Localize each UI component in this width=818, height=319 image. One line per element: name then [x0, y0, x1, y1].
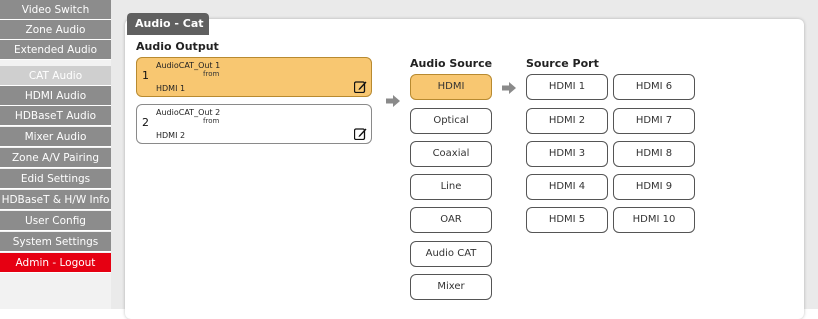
audio-output-label: Audio Output [136, 40, 219, 53]
source-button-audio-cat[interactable]: Audio CAT [410, 241, 492, 267]
sidebar-item-mixer-audio[interactable]: Mixer Audio [0, 127, 111, 147]
port-button-hdmi-10[interactable]: HDMI 10 [613, 207, 695, 233]
output-from-label: from [203, 70, 220, 78]
sidebar-item-video-switch[interactable]: Video Switch [0, 0, 111, 20]
port-button-hdmi-9[interactable]: HDMI 9 [613, 174, 695, 200]
sidebar-item-extended-audio[interactable]: Extended Audio [0, 40, 111, 60]
sidebar: Video Switch Zone Audio Extended Audio C… [0, 0, 111, 309]
sidebar-item-cat-audio[interactable]: CAT Audio [0, 66, 111, 86]
port-button-hdmi-3[interactable]: HDMI 3 [526, 141, 608, 167]
audio-source-label: Audio Source [410, 57, 493, 70]
arrow-right-icon [502, 82, 516, 94]
sidebar-item-zone-av-pairing[interactable]: Zone A/V Pairing [0, 148, 111, 168]
port-button-hdmi-1[interactable]: HDMI 1 [526, 74, 608, 100]
output-number: 1 [142, 69, 149, 82]
output-from-label: from [203, 117, 220, 125]
audio-output-2[interactable]: AudioCAT_Out 2 2 from HDMI 2 [136, 104, 372, 144]
edit-icon[interactable] [354, 80, 367, 93]
sidebar-item-user-config[interactable]: User Config [0, 211, 111, 231]
sidebar-item-hdbaset-audio[interactable]: HDBaseT Audio [0, 106, 111, 126]
source-button-optical[interactable]: Optical [410, 108, 492, 134]
port-button-hdmi-7[interactable]: HDMI 7 [613, 108, 695, 134]
source-button-line[interactable]: Line [410, 174, 492, 200]
arrow-right-icon [386, 95, 400, 107]
sidebar-item-edid-settings[interactable]: Edid Settings [0, 169, 111, 189]
sidebar-item-hdmi-audio[interactable]: HDMI Audio [0, 86, 111, 106]
source-button-coaxial[interactable]: Coaxial [410, 141, 492, 167]
edit-icon[interactable] [354, 127, 367, 140]
sidebar-item-admin-logout[interactable]: Admin - Logout [0, 253, 111, 273]
output-name: AudioCAT_Out 2 [156, 108, 221, 117]
sidebar-item-zone-audio[interactable]: Zone Audio [0, 20, 111, 40]
source-port-label: Source Port [526, 57, 599, 70]
source-button-oar[interactable]: OAR [410, 207, 492, 233]
source-button-mixer[interactable]: Mixer [410, 274, 492, 300]
port-button-hdmi-6[interactable]: HDMI 6 [613, 74, 695, 100]
page-title: Audio - Cat [127, 13, 209, 35]
output-source: HDMI 2 [156, 131, 186, 140]
output-number: 2 [142, 116, 149, 129]
port-button-hdmi-2[interactable]: HDMI 2 [526, 108, 608, 134]
main-area: Audio - Cat Audio Output Audio Source So… [111, 0, 818, 319]
output-name: AudioCAT_Out 1 [156, 61, 221, 70]
port-button-hdmi-5[interactable]: HDMI 5 [526, 207, 608, 233]
sidebar-item-hdbaset-hw-info[interactable]: HDBaseT & H/W Info [0, 190, 111, 210]
port-button-hdmi-8[interactable]: HDMI 8 [613, 141, 695, 167]
audio-output-1[interactable]: AudioCAT_Out 1 1 from HDMI 1 [136, 57, 372, 97]
output-source: HDMI 1 [156, 84, 186, 93]
port-button-hdmi-4[interactable]: HDMI 4 [526, 174, 608, 200]
sidebar-item-system-settings[interactable]: System Settings [0, 232, 111, 252]
source-button-hdmi[interactable]: HDMI [410, 74, 492, 100]
